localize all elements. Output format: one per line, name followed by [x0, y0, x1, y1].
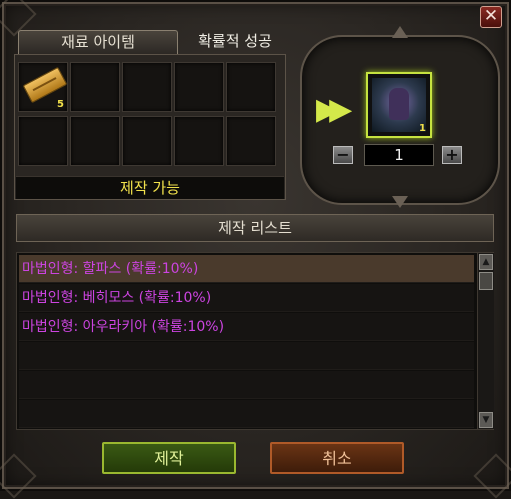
material-slot[interactable] — [70, 62, 120, 112]
frame-ornament — [0, 456, 34, 496]
list-scrollbar[interactable]: ▲ ▼ — [477, 253, 494, 429]
material-slot[interactable] — [174, 62, 224, 112]
list-item[interactable] — [19, 371, 474, 399]
craft-status: 제작 가능 — [16, 176, 284, 199]
material-slot[interactable] — [174, 116, 224, 166]
product-slot[interactable]: 1 — [366, 72, 432, 138]
craft-list-header: 제작 리스트 — [16, 214, 494, 242]
cancel-button[interactable]: 취소 — [270, 442, 404, 474]
ticket-icon — [22, 66, 68, 104]
material-slot[interactable] — [226, 62, 276, 112]
frame-ornament — [392, 196, 408, 208]
material-slot[interactable] — [122, 62, 172, 112]
list-item[interactable]: 마법인형: 할파스 (확률:10%) — [19, 255, 474, 283]
list-item[interactable]: 마법인형: 베히모스 (확률:10%) — [19, 284, 474, 312]
frame-ornament — [392, 26, 408, 38]
list-item[interactable] — [19, 400, 474, 428]
magic-doll-icon — [372, 78, 426, 132]
material-slot[interactable] — [122, 116, 172, 166]
material-slot[interactable] — [18, 116, 68, 166]
product-count: 1 — [419, 123, 426, 134]
material-slot[interactable] — [226, 116, 276, 166]
quantity-field[interactable]: 1 — [364, 144, 434, 166]
scroll-up-button[interactable]: ▲ — [479, 254, 493, 270]
arrow-right-icon: ▶▶ — [316, 92, 352, 127]
tab-success-rate[interactable]: 확률적 성공 — [180, 30, 290, 54]
increase-quantity-button[interactable]: + — [442, 146, 462, 164]
craft-list: 마법인형: 할파스 (확률:10%) 마법인형: 베히모스 (확률:10%) 마법인… — [16, 252, 494, 430]
frame-ornament — [0, 0, 34, 34]
scroll-down-button[interactable]: ▼ — [479, 412, 493, 428]
craft-button[interactable]: 제작 — [102, 442, 236, 474]
decrease-quantity-button[interactable]: − — [333, 146, 353, 164]
material-slot[interactable] — [70, 116, 120, 166]
scroll-thumb[interactable] — [479, 272, 493, 290]
list-item[interactable] — [19, 342, 474, 370]
item-count: 5 — [57, 99, 64, 110]
list-item[interactable]: 마법인형: 아우라키아 (확률:10%) — [19, 313, 474, 341]
tab-materials[interactable]: 재료 아이템 — [18, 30, 178, 54]
close-button[interactable]: ✕ — [480, 6, 502, 28]
material-slot[interactable]: 5 — [18, 62, 68, 112]
frame-ornament — [476, 456, 511, 496]
